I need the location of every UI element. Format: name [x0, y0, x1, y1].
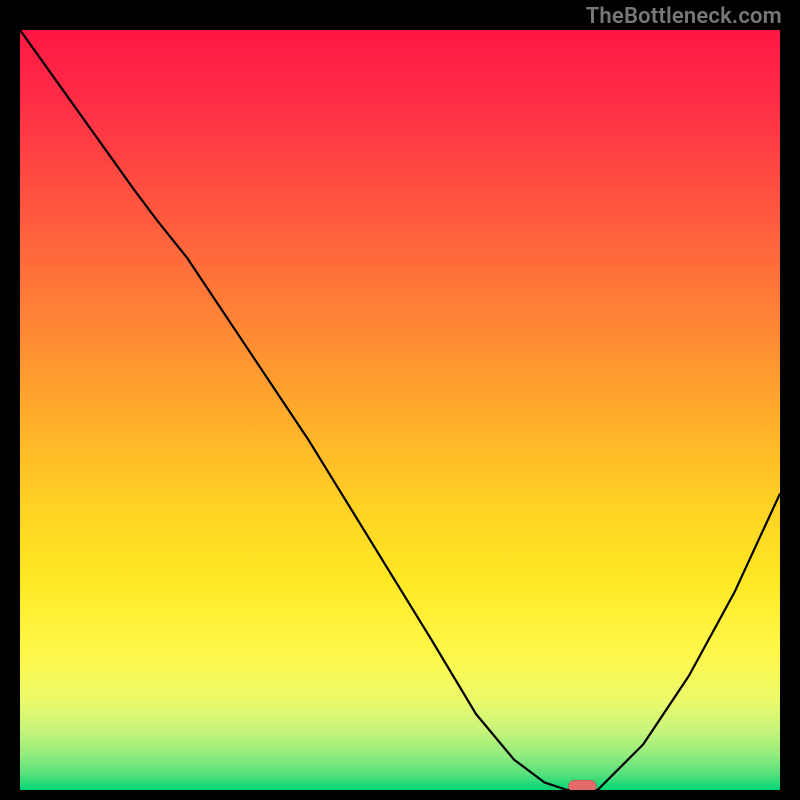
bottleneck-curve [20, 30, 780, 790]
plot-border [20, 30, 780, 790]
optimum-marker [568, 780, 596, 790]
attribution-text: TheBottleneck.com [586, 4, 782, 29]
chart-overlay [20, 30, 780, 790]
chart-frame: TheBottleneck.com [0, 0, 800, 800]
